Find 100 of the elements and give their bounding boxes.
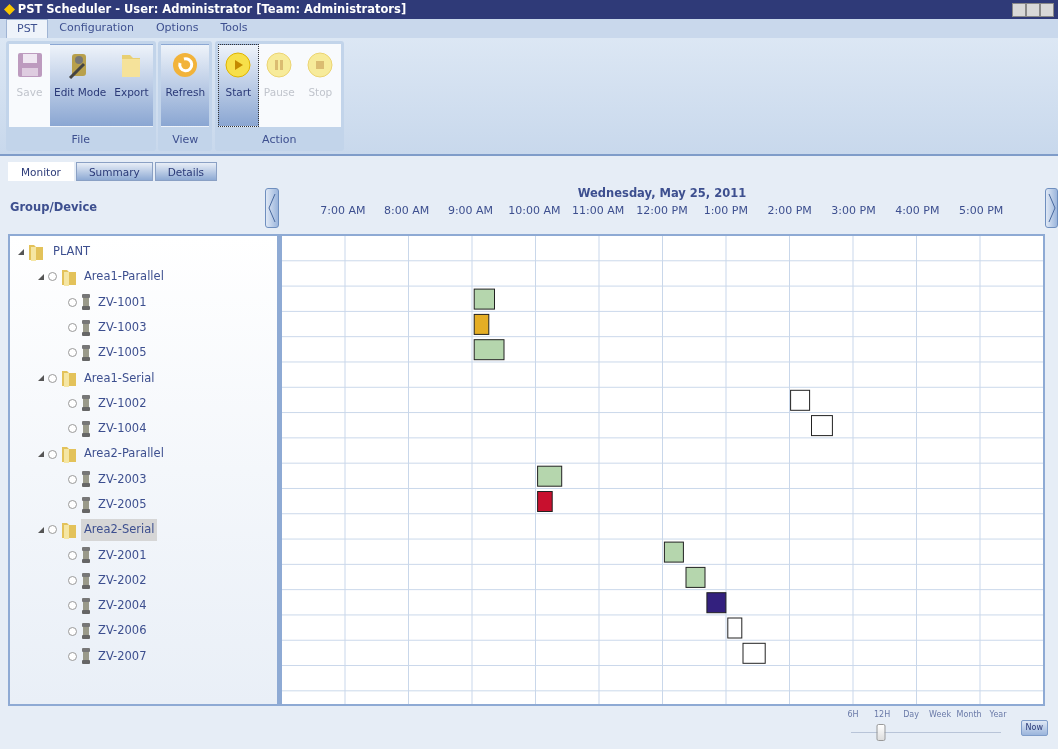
schedule-block[interactable]	[706, 592, 727, 614]
expander-icon[interactable]	[18, 248, 24, 255]
radio-button[interactable]	[68, 474, 77, 484]
group-label: File	[70, 131, 92, 148]
tree-item[interactable]: ZV-2001	[95, 544, 150, 566]
window-title: PST Scheduler - User: Administrator [Team: Administrators]	[17, 0, 407, 18]
radio-button[interactable]	[48, 449, 57, 459]
tree-item[interactable]: ZV-2005	[95, 494, 150, 516]
slider-thumb[interactable]	[876, 723, 886, 741]
valve-icon	[81, 572, 91, 589]
radio-button[interactable]	[68, 348, 77, 358]
expander-icon[interactable]	[38, 375, 44, 382]
hour-label: 11:00 AM	[572, 203, 625, 219]
folder-icon	[61, 520, 77, 539]
folder-icon	[61, 267, 77, 286]
scale-label: Week	[928, 709, 953, 721]
refresh-icon	[171, 51, 200, 79]
play-icon	[224, 51, 253, 79]
radio-button[interactable]	[68, 323, 77, 333]
valve-icon	[81, 344, 91, 361]
valve-icon	[81, 648, 91, 665]
radio-button[interactable]	[48, 373, 57, 383]
schedule-block[interactable]	[473, 339, 505, 361]
valve-icon	[81, 547, 91, 564]
tree-item[interactable]: ZV-1001	[95, 291, 150, 313]
tree-item[interactable]: Area2-Parallel	[81, 443, 167, 465]
expander-icon[interactable]	[38, 273, 44, 280]
toolbar-button[interactable]: Edit Mode	[50, 44, 111, 127]
radio-button[interactable]	[68, 398, 77, 408]
tree-item[interactable]: ZV-1005	[95, 342, 150, 364]
menu-tab[interactable]: Options	[144, 17, 210, 38]
schedule-block[interactable]	[790, 389, 811, 411]
valve-icon	[81, 597, 91, 614]
scale-label: Day	[902, 709, 920, 721]
tree-item[interactable]: PLANT	[50, 241, 94, 263]
previous-button[interactable]	[265, 187, 279, 228]
radio-button[interactable]	[68, 651, 77, 661]
toolbar-button[interactable]: Export	[110, 44, 153, 127]
date-label: Wednesday, May 25, 2011	[577, 186, 747, 200]
schedule-block[interactable]	[727, 617, 743, 639]
hour-label: 3:00 PM	[831, 203, 876, 219]
view-tab[interactable]: Summary	[75, 162, 153, 181]
next-button[interactable]	[1045, 187, 1058, 228]
toolbar-button[interactable]: Start	[217, 44, 259, 127]
schedule-block[interactable]	[473, 313, 490, 335]
expander-icon[interactable]	[38, 526, 44, 533]
tree-item[interactable]: ZV-1002	[95, 392, 150, 415]
hour-label: 2:00 PM	[767, 203, 812, 219]
tree-item[interactable]: ZV-2007	[95, 645, 150, 667]
hour-label: 4:00 PM	[895, 203, 940, 219]
expander-icon[interactable]	[38, 451, 44, 457]
scale-label: Year	[988, 709, 1008, 721]
schedule-block[interactable]	[742, 642, 766, 664]
radio-button[interactable]	[48, 272, 57, 282]
tree-item[interactable]: ZV-2002	[95, 569, 150, 592]
hour-label: 12:00 PM	[636, 203, 688, 219]
close-button[interactable]	[1040, 2, 1054, 17]
radio-button[interactable]	[68, 550, 77, 560]
minimize-button[interactable]	[1012, 2, 1026, 17]
radio-button[interactable]	[68, 626, 77, 636]
pause-icon	[265, 51, 294, 79]
radio-button[interactable]	[68, 500, 77, 510]
group-label: Action	[261, 131, 298, 148]
menu-tab[interactable]: PST	[6, 18, 49, 38]
folder-icon	[61, 369, 77, 388]
hour-label: 1:00 PM	[703, 203, 748, 219]
maximize-button[interactable]	[1026, 2, 1040, 17]
stop-icon	[306, 51, 335, 79]
view-tab[interactable]: Details	[154, 162, 218, 181]
hour-label: 8:00 AM	[384, 203, 430, 219]
column-header: Group/Device	[9, 198, 98, 216]
tree-item[interactable]: Area1-Parallel	[81, 266, 167, 288]
tree-item[interactable]: Area2-Serial	[81, 519, 158, 541]
radio-button[interactable]	[68, 601, 77, 611]
now-button[interactable]: Now	[1020, 720, 1048, 736]
tree-item[interactable]: ZV-2004	[95, 595, 150, 617]
schedule-block[interactable]	[663, 541, 684, 563]
menu-tab[interactable]: Tools	[209, 17, 259, 38]
view-tab[interactable]: Monitor	[8, 162, 74, 181]
radio-button[interactable]	[68, 297, 77, 307]
group-label: View	[171, 131, 200, 148]
radio-button[interactable]	[68, 424, 77, 434]
tree-item[interactable]: ZV-1003	[95, 316, 150, 339]
tree-item[interactable]: ZV-2003	[95, 468, 150, 490]
radio-button[interactable]	[68, 576, 77, 585]
hour-label: 5:00 PM	[959, 203, 1004, 219]
toolbar-button[interactable]: Refresh	[161, 44, 210, 127]
schedule-block[interactable]	[685, 566, 706, 588]
valve-icon	[81, 623, 91, 640]
valve-icon	[81, 395, 91, 412]
tree-item[interactable]: ZV-1004	[95, 418, 150, 440]
tree-item[interactable]: Area1-Serial	[81, 367, 158, 389]
schedule-block[interactable]	[473, 288, 495, 310]
radio-button[interactable]	[48, 525, 57, 535]
tree-item[interactable]: ZV-2006	[95, 620, 150, 642]
schedule-block[interactable]	[537, 465, 563, 487]
menu-tab[interactable]: Configuration	[48, 17, 145, 38]
schedule-block[interactable]	[811, 415, 833, 437]
valve-icon	[81, 319, 91, 336]
valve-icon	[81, 294, 91, 311]
